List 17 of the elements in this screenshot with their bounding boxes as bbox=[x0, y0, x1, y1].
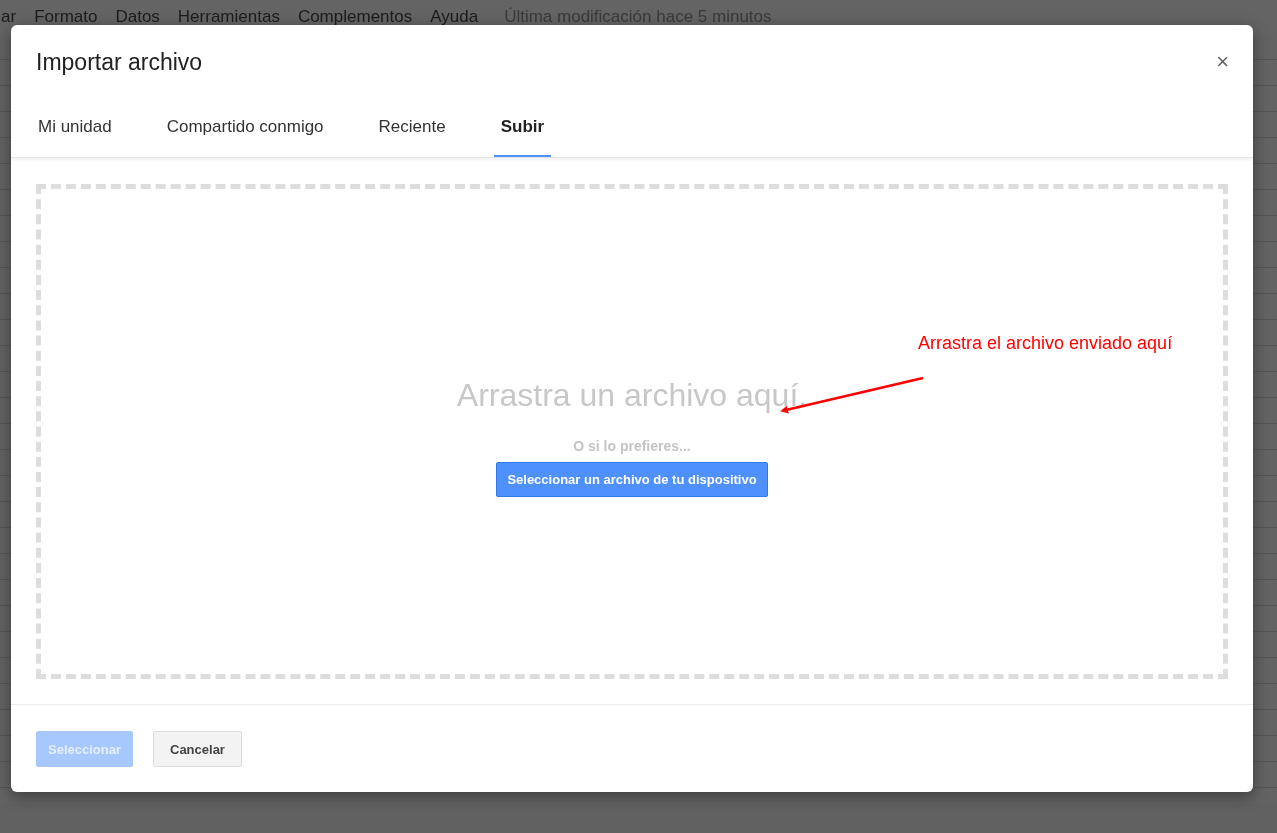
tab[interactable]: Compartido conmigo bbox=[159, 105, 331, 157]
tab[interactable]: Subir bbox=[493, 105, 552, 157]
annotation-text: Arrastra el archivo enviado aquí bbox=[918, 333, 1173, 354]
menu-item[interactable]: Datos bbox=[115, 7, 160, 27]
menu-item[interactable]: ar bbox=[1, 7, 17, 27]
select-file-button[interactable]: Seleccionar un archivo de tu dispositivo bbox=[496, 461, 768, 497]
alternative-text: O si lo prefieres... bbox=[573, 437, 691, 454]
dialog-title: Importar archivo bbox=[36, 48, 203, 76]
menu-item[interactable]: Herramientas bbox=[177, 7, 280, 27]
menu-item[interactable]: Formato bbox=[34, 7, 98, 27]
drop-heading: Arrastra un archivo aquí. bbox=[456, 376, 808, 414]
menu-item[interactable]: Complementos bbox=[297, 7, 413, 27]
cancel-button[interactable]: Cancelar bbox=[153, 731, 242, 767]
tab[interactable]: Reciente bbox=[371, 105, 453, 157]
close-button[interactable]: × bbox=[1212, 49, 1233, 75]
tab[interactable]: Mi unidad bbox=[31, 105, 119, 157]
menu-item[interactable]: Ayuda bbox=[430, 7, 479, 27]
